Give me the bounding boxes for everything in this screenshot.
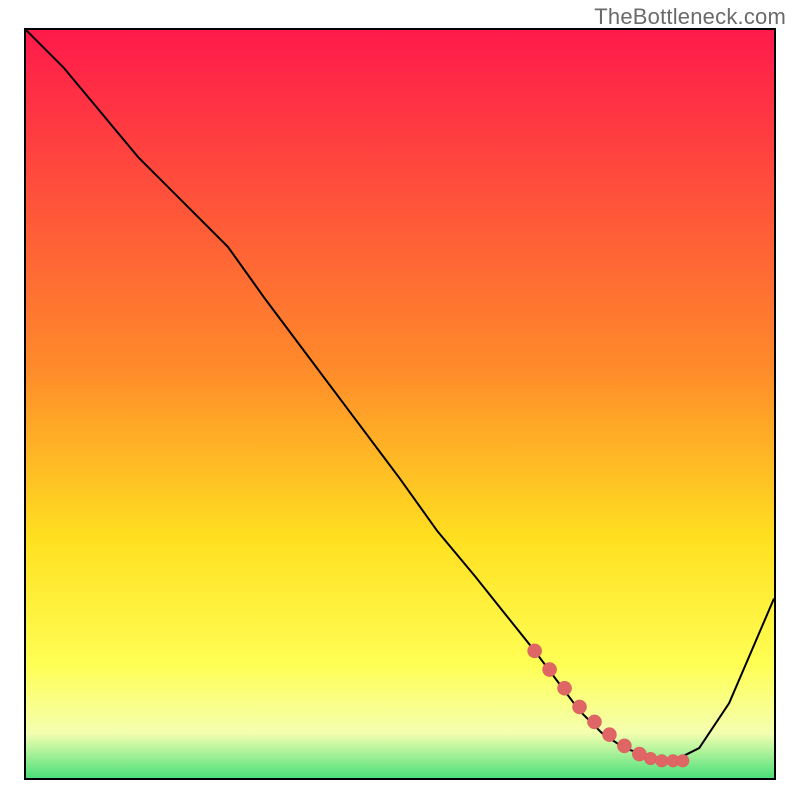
highlight-dot [617, 739, 631, 753]
highlight-dot [542, 662, 556, 676]
highlight-dot [602, 728, 616, 742]
highlight-dot [655, 754, 668, 767]
watermark-label: TheBottleneck.com [594, 4, 786, 30]
highlight-dot [572, 700, 586, 714]
highlight-dot [587, 715, 601, 729]
bottleneck-plot [26, 30, 774, 778]
highlight-dot [528, 644, 542, 658]
highlight-dot [557, 681, 571, 695]
highlight-dot [676, 754, 689, 767]
plot-border [24, 28, 776, 780]
chart-frame: TheBottleneck.com [0, 0, 800, 800]
heat-background [26, 30, 774, 778]
highlight-dot [644, 752, 657, 765]
